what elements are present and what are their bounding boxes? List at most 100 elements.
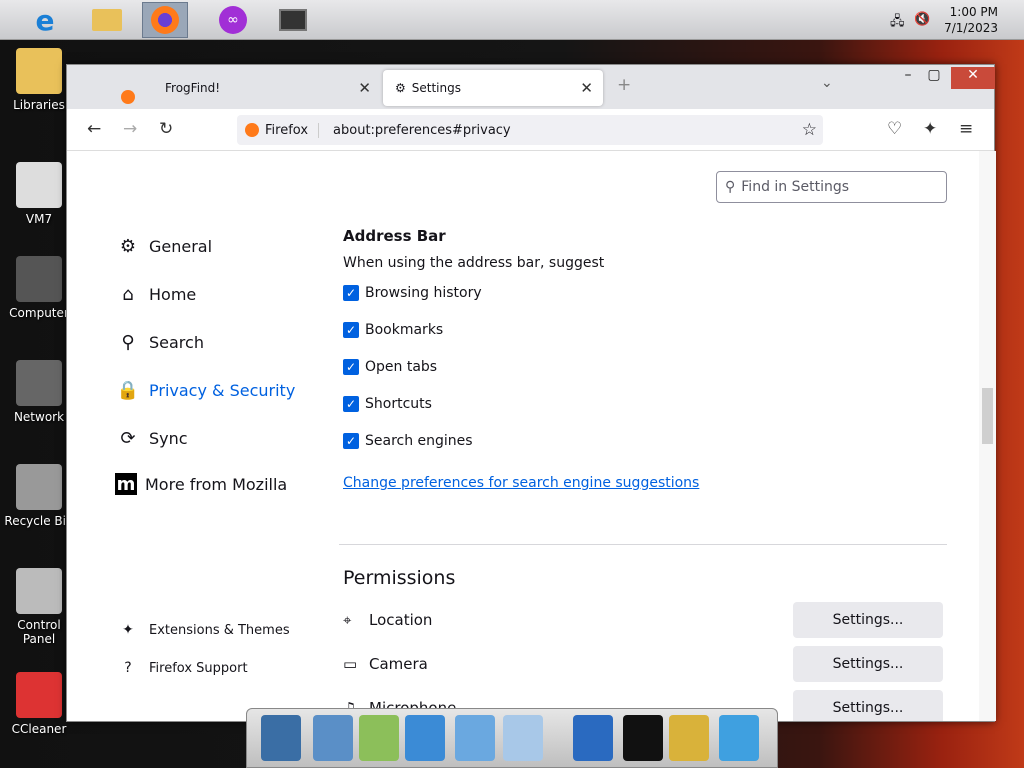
tshirt-icon[interactable] xyxy=(623,715,663,761)
check-icon: ✓ xyxy=(343,433,359,449)
firefox-identity-icon xyxy=(245,123,259,137)
sidebar-item-general[interactable]: ⚙ General xyxy=(115,233,212,259)
bookmark-star-icon[interactable]: ☆ xyxy=(802,120,817,140)
reload-icon[interactable]: ↻ xyxy=(159,119,173,139)
url-bar[interactable]: Firefox about:preferences#privacy ☆ xyxy=(237,115,823,145)
sidebar-item-label: Home xyxy=(149,284,197,304)
lock-icon: 🔒 xyxy=(116,379,140,401)
camera-icon: ▭ xyxy=(343,655,358,673)
search-placeholder: Find in Settings xyxy=(741,179,850,195)
mozilla-icon: m xyxy=(115,473,137,495)
clock[interactable]: 1:00 PM 7/1/2023 xyxy=(944,4,998,36)
taskbar: e ∞ 🖧 🔇 1:00 PM 7/1/2023 xyxy=(0,0,1024,40)
pocket-icon[interactable]: ♡ xyxy=(887,119,902,139)
sidebar-item-sync[interactable]: ⟳ Sync xyxy=(115,425,187,451)
scrollbar-thumb[interactable] xyxy=(982,388,993,444)
sidebar-item-label: More from Mozilla xyxy=(145,474,288,494)
help-icon: ? xyxy=(124,660,132,676)
dock xyxy=(246,708,778,768)
checkbox-label: Open tabs xyxy=(365,359,438,375)
checkbox-search-engines[interactable]: ✓ Search engines xyxy=(343,433,473,449)
checkbox-label: Shortcuts xyxy=(365,396,432,412)
extensions-icon[interactable]: ✦ xyxy=(923,119,937,139)
desktop-icon-label: VM7 xyxy=(25,212,53,226)
back-icon[interactable]: ← xyxy=(87,119,101,139)
settings-tools-icon[interactable] xyxy=(669,715,709,761)
checkbox-label: Browsing history xyxy=(365,285,482,301)
sidebar-item-mozilla[interactable]: m More from Mozilla xyxy=(115,473,287,495)
location-settings-button[interactable]: Settings... xyxy=(793,602,943,638)
sidebar-item-label: General xyxy=(149,236,213,256)
menu-icon[interactable]: ≡ xyxy=(959,119,973,139)
permissions-heading: Permissions xyxy=(343,567,456,589)
maximize-button[interactable]: ▢ xyxy=(919,67,949,89)
section-divider xyxy=(339,544,947,545)
sidebar-item-extensions[interactable]: ✦ Extensions & Themes xyxy=(115,617,290,643)
desktop-icon-label: Libraries xyxy=(13,98,65,112)
close-tab-icon[interactable]: ✕ xyxy=(358,79,371,97)
firefox-icon[interactable] xyxy=(142,2,188,38)
tab-frogfind[interactable]: FrogFind! ✕ xyxy=(153,70,381,106)
checkbox-label: Search engines xyxy=(365,433,473,449)
new-tab-icon[interactable]: + xyxy=(617,75,631,95)
checkbox-open-tabs[interactable]: ✓ Open tabs xyxy=(343,359,437,375)
checkbox-browsing-history[interactable]: ✓ Browsing history xyxy=(343,285,482,301)
url-text[interactable]: about:preferences#privacy xyxy=(333,123,511,138)
clock-date: 7/1/2023 xyxy=(944,21,998,35)
photo-icon[interactable] xyxy=(455,715,495,761)
volume-muted-icon[interactable]: 🔇 xyxy=(914,12,930,27)
sidebar-item-search[interactable]: ⚲ Search xyxy=(115,329,204,355)
tab-label: FrogFind! xyxy=(165,81,221,95)
firefox-window: FrogFind! ✕ ⚙ Settings ✕ + ⌄ – ▢ ✕ ← → ↻… xyxy=(66,64,996,722)
close-tab-icon[interactable]: ✕ xyxy=(580,79,593,97)
desktop-icon-label: Control Panel xyxy=(17,618,61,646)
checkbox-label: Bookmarks xyxy=(365,322,444,338)
location-icon: ⌖ xyxy=(343,611,352,629)
desktop-icon-label: Network xyxy=(13,410,65,424)
permission-label: Camera xyxy=(369,655,428,673)
home-icon: ⌂ xyxy=(122,283,134,305)
ie-icon[interactable]: e xyxy=(22,2,68,38)
search-icon: ⚲ xyxy=(121,331,135,353)
scrollbar[interactable] xyxy=(979,151,996,721)
folder-icon[interactable] xyxy=(84,2,130,38)
tab-label: Settings xyxy=(411,81,461,95)
network-icon[interactable] xyxy=(313,715,353,761)
sidebar-item-privacy[interactable]: 🔒 Privacy & Security xyxy=(115,377,296,403)
permission-label: Location xyxy=(369,611,433,629)
recycle-bin-icon[interactable] xyxy=(719,715,759,761)
check-icon: ✓ xyxy=(343,396,359,412)
network-tray-icon[interactable]: 🖧 xyxy=(890,12,905,34)
search-input[interactable]: ⚲ Find in Settings xyxy=(716,171,947,203)
sidebar-item-home[interactable]: ⌂ Home xyxy=(115,281,196,307)
sidebar-item-label: Search xyxy=(149,332,204,352)
media-icon[interactable] xyxy=(270,2,316,38)
clock-time: 1:00 PM xyxy=(949,5,998,19)
app-icon[interactable]: ∞ xyxy=(210,2,256,38)
globe-icon[interactable] xyxy=(573,715,613,761)
sidebar-item-label: Firefox Support xyxy=(149,660,248,676)
forward-icon[interactable]: → xyxy=(123,119,137,139)
tools-icon[interactable] xyxy=(503,715,543,761)
chevron-down-icon[interactable]: ⌄ xyxy=(821,75,833,91)
check-icon: ✓ xyxy=(343,322,359,338)
checkbox-bookmarks[interactable]: ✓ Bookmarks xyxy=(343,322,443,338)
media-player-icon[interactable] xyxy=(405,715,445,761)
nav-bar: ← → ↻ Firefox about:preferences#privacy … xyxy=(67,109,994,151)
tab-settings[interactable]: ⚙ Settings ✕ xyxy=(383,70,603,106)
computer-icon[interactable] xyxy=(261,715,301,761)
checkbox-shortcuts[interactable]: ✓ Shortcuts xyxy=(343,396,432,412)
library-icon[interactable] xyxy=(359,715,399,761)
camera-settings-button[interactable]: Settings... xyxy=(793,646,943,682)
sidebar-item-label: Extensions & Themes xyxy=(149,622,290,638)
check-icon: ✓ xyxy=(343,285,359,301)
sidebar-item-support[interactable]: ? Firefox Support xyxy=(115,655,248,681)
search-suggestions-link[interactable]: Change preferences for search engine sug… xyxy=(343,475,699,491)
tab-strip: FrogFind! ✕ ⚙ Settings ✕ + ⌄ – ▢ ✕ xyxy=(67,65,995,109)
close-window-button[interactable]: ✕ xyxy=(951,67,995,89)
address-bar-intro: When using the address bar, suggest xyxy=(343,255,605,271)
microphone-settings-button[interactable]: Settings... xyxy=(793,690,943,721)
desktop-icon-label: Computer xyxy=(9,306,69,320)
puzzle-icon: ✦ xyxy=(122,622,134,638)
permission-location: ⌖ Location xyxy=(343,611,432,629)
